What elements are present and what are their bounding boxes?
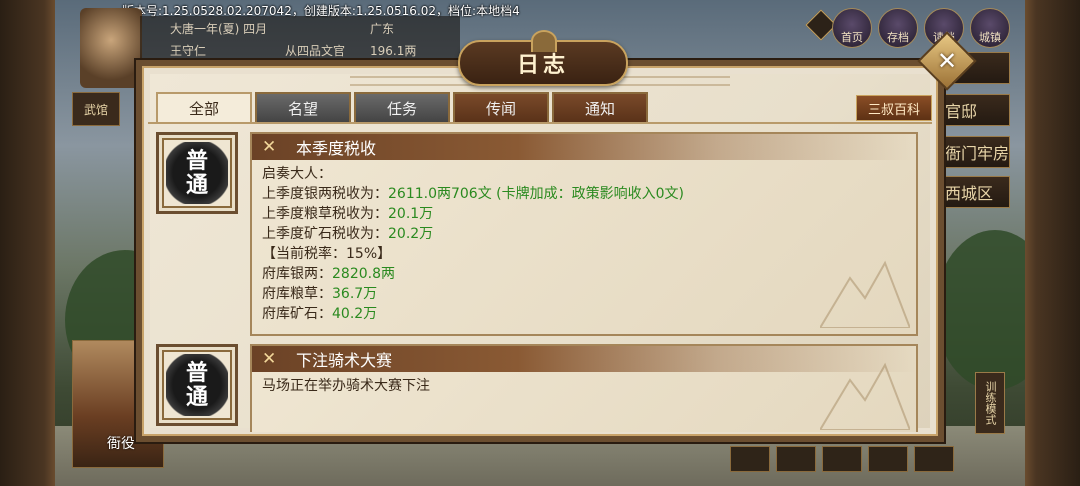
line-value: 2820.8两 bbox=[332, 266, 395, 282]
date-text: 大唐一年(夏) 四月 bbox=[170, 22, 268, 36]
player-rank: 从四品文官 bbox=[285, 44, 346, 58]
log-line: 上季度矿石税收为：20.2万 bbox=[262, 224, 906, 244]
close-icon: ✕ bbox=[936, 46, 958, 75]
log-tabs: 全部 名望 任务 传闻 通知 bbox=[156, 92, 648, 122]
martial-hall-button[interactable]: 武馆 bbox=[72, 92, 120, 126]
line-value: 40.2万 bbox=[332, 306, 378, 322]
line-value: 20.1万 bbox=[388, 206, 434, 222]
line-label: 府库矿石： bbox=[262, 306, 332, 322]
line-label: 上季度银两税收为： bbox=[262, 186, 388, 202]
mountain-decoration bbox=[820, 260, 910, 328]
log-card: ✕ 下注骑术大赛 马场正在举办骑术大赛下注 bbox=[250, 344, 918, 432]
line-label: 府库粮草： bbox=[262, 286, 332, 302]
log-list[interactable]: 普 通 ✕ 本季度税收 启奏大人： 上季度银两税收为：2611.0两706文 (… bbox=[150, 126, 930, 432]
bottom-slot[interactable] bbox=[822, 446, 862, 472]
ranking-icon[interactable]: 首页 bbox=[832, 8, 872, 48]
left-frame bbox=[0, 0, 55, 486]
bottom-slot-bar bbox=[730, 446, 954, 472]
top-icon-bar: 首页 存档 读档 城镇 bbox=[832, 8, 1010, 48]
log-line: 上季度粮草税收为：20.1万 bbox=[262, 204, 906, 224]
right-menu-yamen-prison[interactable]: 衙门牢房 bbox=[938, 136, 1010, 168]
log-title: 本季度税收 bbox=[296, 139, 377, 158]
log-body: 马场正在举办骑术大赛下注 bbox=[252, 372, 916, 400]
log-entry: 普 通 ✕ 下注骑术大赛 马场正在举办骑术大赛下注 bbox=[150, 344, 922, 432]
train-mode-button[interactable]: 训练模式 bbox=[975, 372, 1005, 434]
line-label: 上季度矿石税收为： bbox=[262, 226, 388, 242]
log-entry: 普 通 ✕ 本季度税收 启奏大人： 上季度银两税收为：2611.0两706文 (… bbox=[150, 128, 922, 338]
log-line: 马场正在举办骑术大赛下注 bbox=[262, 376, 906, 396]
crossed-swords-icon: ✕ bbox=[262, 137, 277, 157]
log-card-header: ✕ 本季度税收 bbox=[252, 134, 916, 160]
tab-divider bbox=[148, 122, 932, 124]
log-line: 【当前税率：15%】 bbox=[262, 244, 906, 264]
line-label: 马场正在举办骑术大赛下注 bbox=[262, 378, 430, 394]
crossed-swords-icon: ✕ bbox=[262, 349, 277, 369]
log-line: 启奏大人： bbox=[262, 164, 906, 184]
line-label: 【当前税率：15%】 bbox=[262, 246, 392, 262]
log-card: ✕ 本季度税收 启奏大人： 上季度银两税收为：2611.0两706文 (卡牌加成… bbox=[250, 132, 918, 336]
constable-label: 衙役 bbox=[107, 436, 135, 452]
bottom-slot[interactable] bbox=[914, 446, 954, 472]
log-line: 府库粮草：36.7万 bbox=[262, 284, 906, 304]
seal-char: 普 bbox=[185, 360, 208, 386]
line-label: 府库银两： bbox=[262, 266, 332, 282]
log-line: 上季度银两税收为：2611.0两706文 (卡牌加成：政策影响收入0文) bbox=[262, 184, 906, 204]
line-value: 2611.0两706文 (卡牌加成：政策影响收入0文) bbox=[388, 186, 684, 202]
tree bbox=[935, 230, 1025, 390]
log-body: 启奏大人： 上季度银两税收为：2611.0两706文 (卡牌加成：政策影响收入0… bbox=[252, 160, 916, 328]
tab-rumor[interactable]: 传闻 bbox=[453, 92, 549, 122]
seal-ink: 普 通 bbox=[166, 142, 228, 204]
line-value: 36.7万 bbox=[332, 286, 378, 302]
seal-char: 通 bbox=[185, 172, 208, 198]
bottom-slot[interactable] bbox=[868, 446, 908, 472]
tab-notice[interactable]: 通知 bbox=[552, 92, 648, 122]
save-icon[interactable]: 存档 bbox=[878, 8, 918, 48]
line-label: 上季度粮草税收为： bbox=[262, 206, 388, 222]
log-line: 府库银两：2820.8两 bbox=[262, 264, 906, 284]
bottom-slot[interactable] bbox=[776, 446, 816, 472]
line-value: 20.2万 bbox=[388, 226, 434, 242]
player-avatar[interactable] bbox=[80, 8, 142, 88]
region-text: 广东 bbox=[370, 22, 395, 36]
tab-quest[interactable]: 任务 bbox=[354, 92, 450, 122]
normal-seal-icon: 普 通 bbox=[156, 132, 238, 214]
seal-ink: 普 通 bbox=[166, 354, 228, 416]
log-line: 府库矿石：40.2万 bbox=[262, 304, 906, 324]
player-name: 王守仁 bbox=[170, 44, 207, 58]
dialog-title-plaque: 日志 bbox=[458, 30, 628, 86]
seal-char: 普 bbox=[185, 148, 208, 174]
log-title: 下注骑术大赛 bbox=[296, 351, 393, 370]
bottom-slot[interactable] bbox=[730, 446, 770, 472]
normal-seal-icon: 普 通 bbox=[156, 344, 238, 426]
line-label: 启奏大人： bbox=[262, 166, 332, 182]
town-icon[interactable]: 城镇 bbox=[970, 8, 1010, 48]
player-info-bar: 大唐一年(夏) 四月 广东 王守仁 从四品文官 196.1两 bbox=[140, 16, 460, 60]
tab-all[interactable]: 全部 bbox=[156, 92, 252, 122]
seal-char: 通 bbox=[185, 384, 208, 410]
mountain-decoration bbox=[820, 362, 910, 430]
plaque-ornament bbox=[531, 30, 557, 52]
log-card-header: ✕ 下注骑术大赛 bbox=[252, 346, 916, 372]
right-menu-west-district[interactable]: 西城区 bbox=[938, 176, 1010, 208]
right-menu-official-residence[interactable]: 官邸 bbox=[938, 94, 1010, 126]
right-frame bbox=[1025, 0, 1080, 486]
player-money: 196.1两 bbox=[370, 44, 417, 58]
tab-reputation[interactable]: 名望 bbox=[255, 92, 351, 122]
wiki-button[interactable]: 三叔百科 bbox=[856, 95, 932, 121]
